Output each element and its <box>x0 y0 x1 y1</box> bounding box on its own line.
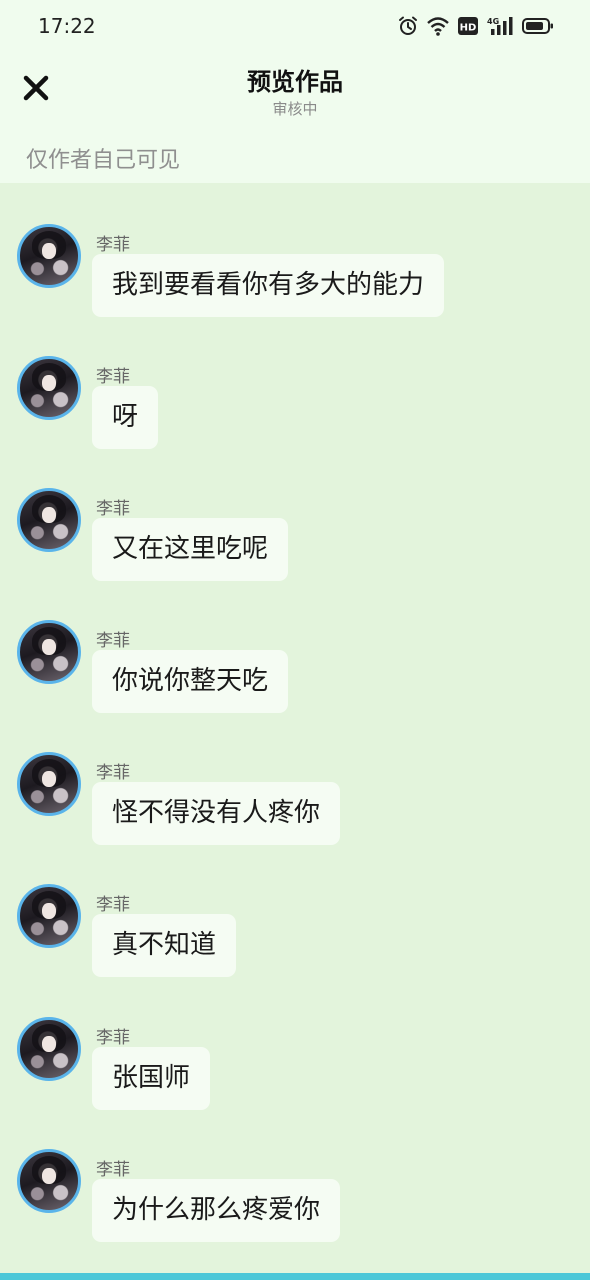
message-bubble[interactable]: 又在这里吃呢 <box>92 518 289 581</box>
sender-name: 李菲 <box>96 235 130 255</box>
message-item: 李菲 又在这里吃呢 <box>0 488 590 588</box>
message-item: 李菲 真不知道 <box>0 884 590 984</box>
avatar[interactable] <box>17 356 81 420</box>
hd-icon: HD <box>458 16 478 36</box>
message-bubble[interactable]: 我到要看看你有多大的能力 <box>92 254 445 317</box>
status-bar: 17:22 HD 4G <box>0 0 590 54</box>
sender-name: 李菲 <box>96 499 130 519</box>
message-item: 李菲 你说你整天吃 <box>0 620 590 720</box>
avatar[interactable] <box>17 1149 81 1213</box>
message-bubble[interactable]: 张国师 <box>92 1047 211 1110</box>
message-bubble[interactable]: 你说你整天吃 <box>92 650 289 713</box>
status-icons: HD 4G <box>398 14 554 38</box>
network-label: 4G <box>487 17 499 26</box>
sender-name: 李菲 <box>96 367 130 387</box>
alarm-icon <box>398 16 418 36</box>
4g-signal-icon: 4G <box>487 16 513 36</box>
message-bubble[interactable]: 怪不得没有人疼你 <box>92 782 341 845</box>
sender-name: 李菲 <box>96 1028 130 1048</box>
message-bubble[interactable]: 真不知道 <box>92 914 237 977</box>
page-title: 预览作品 <box>247 68 343 96</box>
bottom-bar <box>0 1273 590 1280</box>
avatar[interactable] <box>17 224 81 288</box>
battery-icon <box>522 16 554 36</box>
hd-label: HD <box>460 23 477 34</box>
message-item: 李菲 为什么那么疼爱你 <box>0 1149 590 1249</box>
message-item: 李菲 怪不得没有人疼你 <box>0 752 590 852</box>
message-bubble[interactable]: 为什么那么疼爱你 <box>92 1179 341 1242</box>
message-item: 李菲 呀 <box>0 356 590 456</box>
message-bubble[interactable]: 呀 <box>92 386 159 449</box>
status-time: 17:22 <box>38 14 96 38</box>
avatar[interactable] <box>17 752 81 816</box>
wifi-icon <box>427 16 449 36</box>
message-item: 李菲 我到要看看你有多大的能力 <box>0 224 590 324</box>
avatar[interactable] <box>17 884 81 948</box>
sender-name: 李菲 <box>96 1160 130 1180</box>
avatar[interactable] <box>17 488 81 552</box>
sender-name: 李菲 <box>96 763 130 783</box>
avatar[interactable] <box>17 1017 81 1081</box>
avatar[interactable] <box>17 620 81 684</box>
message-item: 李菲 张国师 <box>0 1017 590 1117</box>
header: 预览作品 审核中 仅作者自己可见 <box>0 54 590 183</box>
sender-name: 李菲 <box>96 895 130 915</box>
sender-name: 李菲 <box>96 631 130 651</box>
review-status: 审核中 <box>272 100 318 118</box>
visibility-note: 仅作者自己可见 <box>26 148 181 173</box>
